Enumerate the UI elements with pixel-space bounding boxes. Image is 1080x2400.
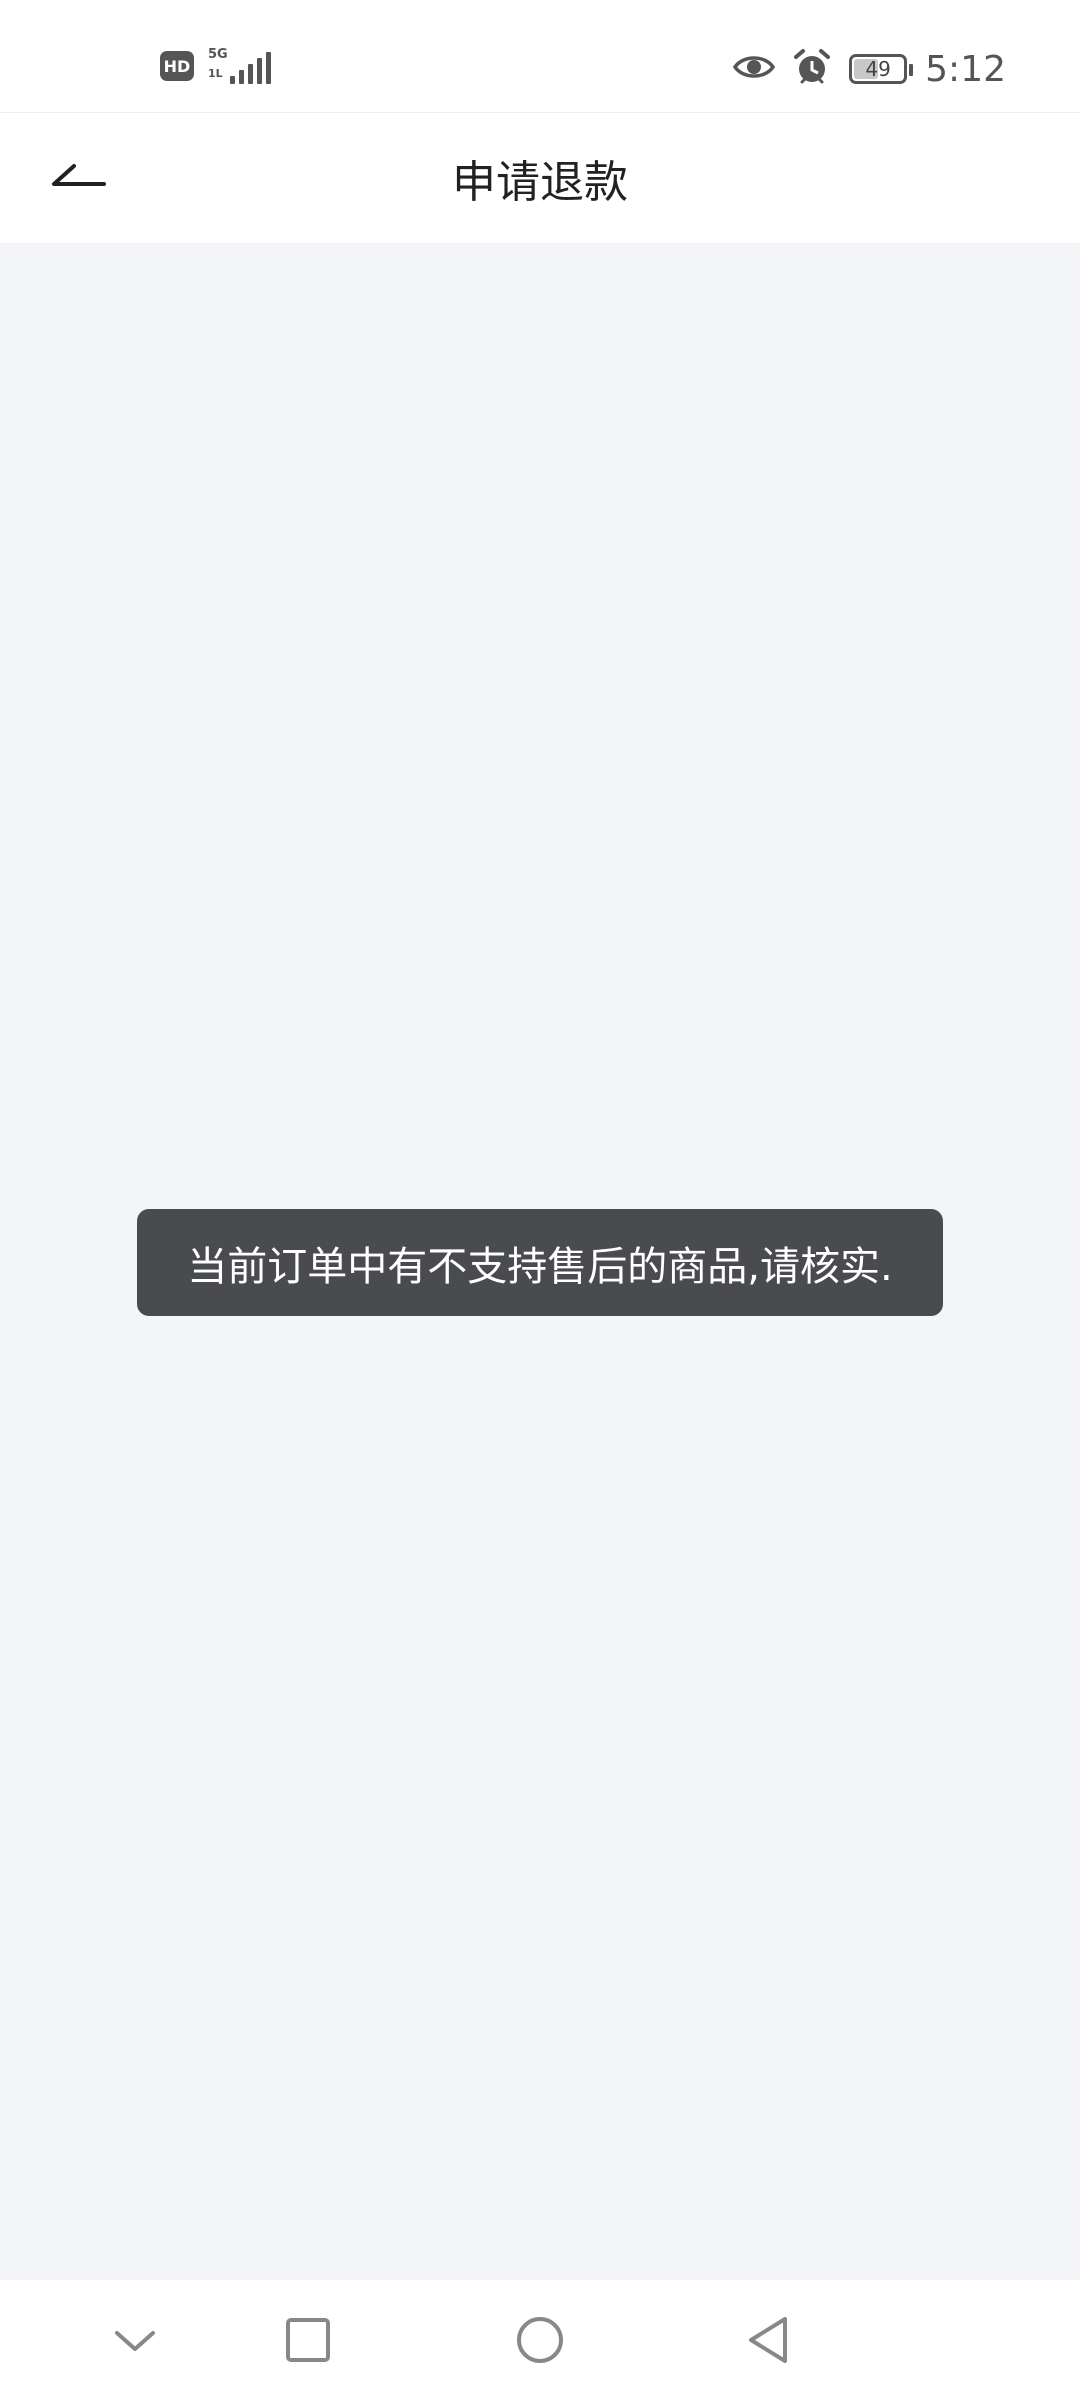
eye-icon [733, 52, 776, 86]
network-sub-label: 1L [208, 67, 223, 80]
chevron-down-icon [115, 2331, 155, 2351]
hd-icon: HD [160, 51, 194, 81]
back-triangle-icon [749, 2317, 787, 2363]
app-bar: 申请退款 [0, 113, 1080, 243]
clock: 5:12 [925, 48, 1006, 90]
page-title: 申请退款 [452, 157, 628, 208]
hd-label: HD [163, 56, 191, 76]
status-bar: HD 5G 1L 49 5:12 [0, 0, 1080, 113]
nav-recents-button[interactable] [268, 2300, 348, 2380]
back-button[interactable] [40, 143, 120, 213]
battery-level: 49 [865, 57, 891, 81]
back-arrow-icon [52, 164, 106, 186]
status-right: 49 5:12 [733, 48, 1006, 90]
navigation-bar [0, 2280, 1080, 2400]
signal-bars [230, 52, 271, 84]
signal-icon: 5G 1L [208, 47, 271, 84]
home-circle-icon [517, 2317, 563, 2363]
toast-text: 当前订单中有不支持售后的商品,请核实. [187, 1243, 893, 1290]
nav-back-button[interactable] [728, 2300, 808, 2380]
battery-icon: 49 [849, 54, 914, 84]
toast-message: 当前订单中有不支持售后的商品,请核实. [137, 1209, 943, 1316]
screen: HD 5G 1L 49 5:12 申请退款 当前订单中有不支持售后的商品,请核实… [0, 0, 1080, 2400]
nav-hide-button[interactable] [95, 2300, 175, 2380]
nav-home-button[interactable] [500, 2300, 580, 2380]
alarm-icon [793, 48, 831, 90]
network-label: 5G [208, 47, 228, 62]
status-left: HD 5G 1L [160, 47, 271, 84]
recents-square-icon [286, 2318, 330, 2362]
